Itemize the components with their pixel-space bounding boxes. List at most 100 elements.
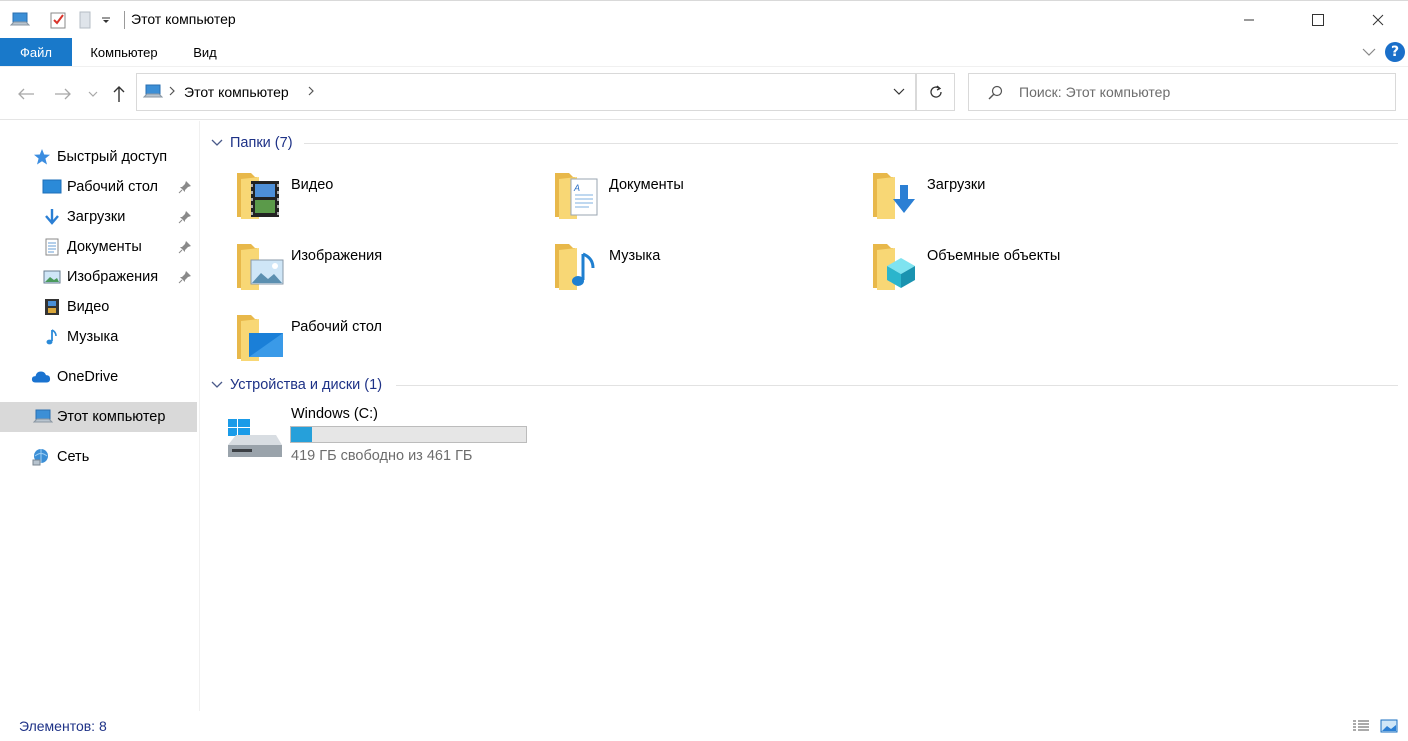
sidebar-item-label: Загрузки bbox=[67, 209, 126, 225]
properties-icon[interactable] bbox=[48, 10, 68, 30]
address-bar[interactable]: Этот компьютер bbox=[136, 73, 916, 111]
sidebar-item-onedrive[interactable]: OneDrive bbox=[0, 362, 197, 392]
maximize-button[interactable] bbox=[1295, 1, 1341, 39]
drive-free-space: 419 ГБ свободно из 461 ГБ bbox=[291, 448, 473, 464]
sidebar-item-videos[interactable]: Видео bbox=[0, 292, 197, 322]
new-folder-icon[interactable] bbox=[75, 10, 95, 30]
search-box[interactable]: Поиск: Этот компьютер bbox=[968, 73, 1396, 111]
search-input[interactable]: Поиск: Этот компьютер bbox=[1019, 84, 1170, 100]
expand-ribbon-icon[interactable] bbox=[1360, 42, 1378, 62]
address-dropdown-button[interactable] bbox=[883, 73, 916, 111]
windows-drive-icon bbox=[228, 419, 282, 457]
tab-computer[interactable]: Компьютер bbox=[80, 38, 168, 66]
navigation-pane: Быстрый доступ Рабочий стол Загрузки Док… bbox=[0, 121, 200, 711]
music-folder-icon bbox=[555, 244, 595, 290]
sidebar-item-label: Видео bbox=[67, 299, 110, 315]
video-icon bbox=[42, 297, 62, 317]
large-icons-view-icon bbox=[1380, 719, 1398, 733]
folder-label: Объемные объекты bbox=[927, 248, 1061, 264]
video-folder-icon bbox=[237, 173, 279, 219]
minimize-button[interactable] bbox=[1226, 1, 1272, 39]
sidebar-item-quick-access[interactable]: Быстрый доступ bbox=[0, 142, 197, 172]
folder-tile-pictures[interactable]: Изображения bbox=[235, 238, 545, 302]
desktop-icon bbox=[42, 177, 62, 197]
folder-tile-videos[interactable]: Видео bbox=[235, 167, 545, 231]
pictures-folder-icon bbox=[237, 244, 284, 290]
pin-icon[interactable] bbox=[178, 210, 192, 224]
window-title: Этот компьютер bbox=[131, 11, 236, 27]
back-button[interactable] bbox=[15, 83, 37, 105]
folder-tile-downloads[interactable]: Загрузки bbox=[871, 167, 1181, 231]
tab-file[interactable]: Файл bbox=[0, 38, 72, 66]
customize-quick-access-icon[interactable] bbox=[96, 10, 116, 30]
details-view-button[interactable] bbox=[1351, 716, 1371, 736]
download-icon bbox=[42, 207, 62, 227]
group-header-label: Папки (7) bbox=[230, 135, 293, 151]
item-count: Элементов: 8 bbox=[19, 718, 107, 734]
pin-icon[interactable] bbox=[178, 180, 192, 194]
drive-label: Windows (C:) bbox=[291, 406, 379, 422]
sidebar-item-label: Быстрый доступ bbox=[57, 149, 168, 165]
tab-view[interactable]: Вид bbox=[184, 38, 226, 66]
help-button[interactable]: ? bbox=[1384, 42, 1406, 62]
status-bar: Элементов: 8 bbox=[0, 711, 1408, 741]
sidebar-item-downloads[interactable]: Загрузки bbox=[0, 202, 197, 232]
sidebar-item-label: Этот компьютер bbox=[57, 409, 166, 425]
sidebar-item-label: Музыка bbox=[67, 329, 119, 345]
cloud-icon bbox=[31, 367, 51, 387]
folder-label: Изображения bbox=[291, 248, 383, 264]
image-icon bbox=[42, 267, 62, 287]
group-header-folders[interactable]: Папки (7) bbox=[210, 133, 293, 153]
folder-label: Документы bbox=[609, 177, 684, 193]
navigation-bar: Этот компьютер Поиск: Этот компьютер bbox=[0, 66, 1408, 120]
sidebar-item-label: Рабочий стол bbox=[67, 179, 159, 195]
details-view-icon bbox=[1353, 720, 1369, 731]
breadcrumb-item[interactable]: Этот компьютер bbox=[184, 84, 289, 100]
up-button[interactable] bbox=[108, 83, 130, 105]
chevron-down-icon bbox=[211, 139, 223, 146]
network-icon bbox=[31, 447, 51, 467]
downloads-folder-icon bbox=[873, 173, 915, 219]
refresh-button[interactable] bbox=[916, 73, 955, 111]
refresh-icon bbox=[929, 85, 942, 98]
sidebar-item-documents[interactable]: Документы bbox=[0, 232, 197, 262]
forward-button[interactable] bbox=[52, 83, 74, 105]
folder-tile-desktop[interactable]: Рабочий стол bbox=[235, 309, 545, 373]
sidebar-item-this-pc[interactable]: Этот компьютер bbox=[0, 402, 197, 432]
computer-icon bbox=[33, 407, 53, 427]
drive-usage-fill bbox=[291, 427, 313, 442]
sidebar-item-pictures[interactable]: Изображения bbox=[0, 262, 197, 292]
folder-label: Загрузки bbox=[927, 177, 986, 193]
ribbon: Файл Компьютер Вид ? bbox=[0, 38, 1408, 66]
sidebar-item-network[interactable]: Сеть bbox=[0, 442, 197, 472]
folder-label: Рабочий стол bbox=[291, 319, 383, 335]
close-button[interactable] bbox=[1355, 1, 1401, 39]
documents-folder-icon: A bbox=[555, 173, 598, 219]
sidebar-item-desktop[interactable]: Рабочий стол bbox=[0, 172, 197, 202]
pin-icon[interactable] bbox=[178, 270, 192, 284]
computer-icon[interactable] bbox=[10, 10, 30, 30]
chevron-down-icon bbox=[893, 88, 905, 95]
pin-icon[interactable] bbox=[178, 240, 192, 254]
folder-tile-3d-objects[interactable]: Объемные объекты bbox=[871, 238, 1181, 302]
folder-tile-music[interactable]: Музыка bbox=[553, 238, 863, 302]
sidebar-item-music[interactable]: Музыка bbox=[0, 322, 197, 352]
desktop-folder-icon bbox=[237, 315, 283, 361]
drive-usage-bar bbox=[290, 426, 527, 443]
sidebar-item-label: Сеть bbox=[57, 449, 90, 465]
chevron-right-icon[interactable] bbox=[168, 84, 176, 100]
title-separator bbox=[124, 11, 125, 29]
chevron-right-icon[interactable] bbox=[307, 84, 315, 100]
document-icon bbox=[42, 237, 62, 257]
recent-locations-icon[interactable] bbox=[84, 83, 102, 105]
folder-tile-documents[interactable]: A Документы bbox=[553, 167, 863, 231]
svg-text:A: A bbox=[573, 183, 580, 193]
sidebar-item-label: Документы bbox=[67, 239, 142, 255]
group-header-devices[interactable]: Устройства и диски (1) bbox=[210, 375, 382, 395]
sidebar-item-label: Изображения bbox=[67, 269, 159, 285]
3d-objects-folder-icon bbox=[873, 244, 915, 290]
search-icon bbox=[987, 85, 1003, 104]
sidebar-item-label: OneDrive bbox=[57, 369, 119, 385]
large-icons-view-button[interactable] bbox=[1379, 716, 1399, 736]
title-bar: Этот компьютер bbox=[0, 0, 1408, 38]
